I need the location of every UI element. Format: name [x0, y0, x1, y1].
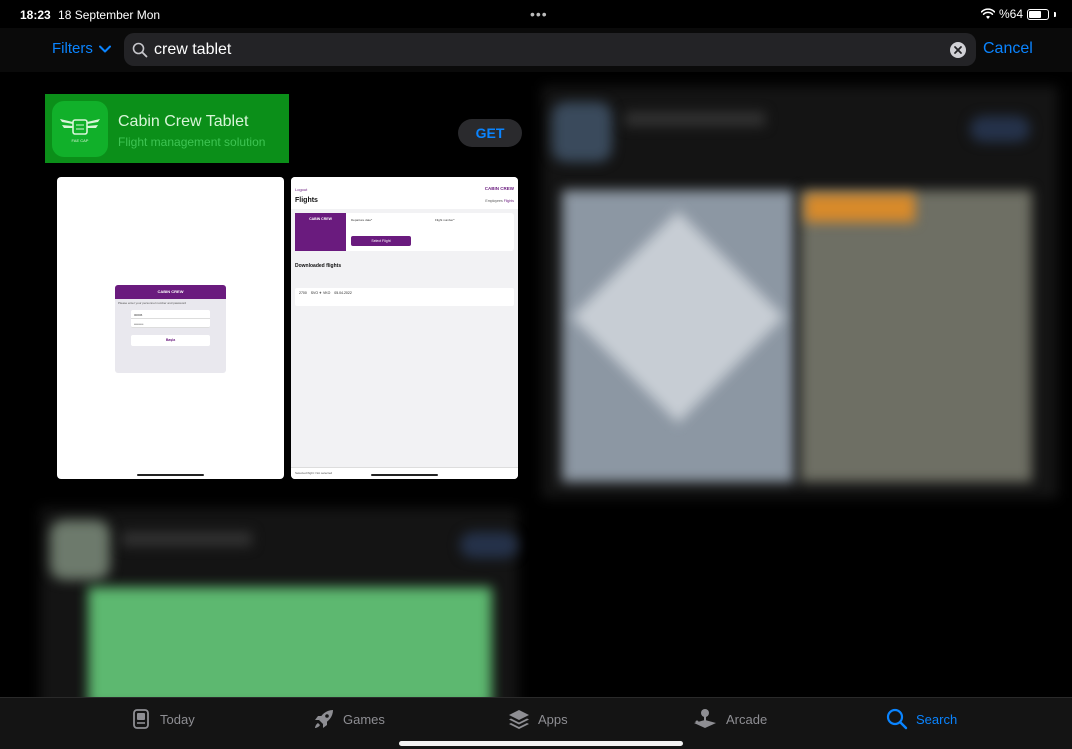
blurred-screenshot-2: [800, 190, 1032, 482]
login-card: CABIN CREW Please enter your personnel n…: [115, 285, 226, 373]
flight-row: 2700 SVO ✈ VKO 05.04.2022: [295, 288, 514, 306]
search-field[interactable]: [124, 33, 976, 66]
flights-title: Flights: [295, 197, 318, 204]
today-icon: [133, 709, 149, 729]
flight-route: SVO ✈ VKO: [310, 291, 331, 295]
battery-percentage: %64: [998, 7, 1023, 21]
tab-arcade[interactable]: Arcade: [692, 708, 767, 730]
tab-apps[interactable]: Apps: [508, 708, 568, 730]
flights-tab-employees: Employees: [485, 199, 503, 203]
status-indicators: %64: [980, 7, 1056, 21]
multitasking-dots[interactable]: •••: [530, 6, 548, 22]
clock-text: 18:23: [20, 8, 51, 22]
home-indicator[interactable]: [399, 741, 683, 746]
status-bar: 18:23 18 September Mon ••• %64: [0, 0, 1072, 28]
tab-games-label: Games: [343, 711, 385, 727]
joystick-icon: [694, 709, 716, 728]
tab-today[interactable]: Today: [130, 708, 195, 730]
screenshot-home-bar: [137, 474, 204, 476]
tab-search[interactable]: Search: [886, 708, 957, 730]
rocket-icon: [315, 710, 333, 728]
departure-date-label: Departure date*: [351, 218, 373, 222]
search-header: Filters Cancel: [0, 28, 1072, 72]
app-screenshot-flights[interactable]: Logout CABIN CREW Flights Employees Flig…: [291, 177, 518, 479]
login-password-field: •••••••••: [131, 319, 210, 328]
search-icon: [886, 708, 908, 730]
filters-label: Filters: [52, 40, 93, 57]
login-user-field: 00006: [131, 310, 210, 319]
flight-select-panel: CABIN CREW Departure date* Flight number…: [295, 213, 514, 251]
flights-footer: Selected flight: Not selected: [291, 467, 518, 479]
battery-icon: [1027, 8, 1049, 20]
downloaded-flights-title: Downloaded flights: [295, 263, 342, 269]
blurred-screenshot-3: [88, 587, 492, 697]
flights-back: Logout: [295, 187, 308, 192]
date-text: 18 September Mon: [58, 8, 161, 22]
search-input[interactable]: [148, 33, 950, 66]
tab-games[interactable]: Games: [313, 708, 385, 730]
layers-icon: [509, 710, 529, 729]
flight-date: 05.04.2022: [334, 291, 352, 295]
cancel-button[interactable]: Cancel: [983, 40, 1033, 58]
search-icon: [132, 42, 148, 57]
flights-tabs: Employees Flights: [485, 199, 514, 203]
battery-fill: [1029, 10, 1041, 18]
app-result-card[interactable]: FAE CAP Cabin Crew Tablet Flight managem…: [45, 94, 527, 480]
wifi-icon: [980, 8, 995, 19]
blurred-title-2: [122, 532, 252, 546]
blurred-title: [625, 112, 765, 126]
login-brand: CABIN CREW: [115, 285, 226, 299]
selected-flight-status: Selected flight: Not selected: [295, 471, 333, 475]
get-button[interactable]: GET: [458, 119, 522, 147]
blurred-screenshot-2-detail: [805, 194, 915, 222]
blurred-get-button-2: [460, 532, 518, 558]
wings-logo-icon: FAE CAP: [60, 119, 100, 143]
battery-tip: [1054, 11, 1056, 17]
clear-search-icon[interactable]: [950, 41, 966, 58]
select-flight-button: Select Flight: [351, 236, 411, 246]
filters-button[interactable]: Filters: [52, 40, 111, 57]
tab-apps-label: Apps: [538, 711, 568, 727]
flights-logo: CABIN CREW: [295, 213, 346, 251]
flight-number: 2700: [299, 291, 307, 295]
flights-tab-flights: Flights: [503, 199, 514, 203]
flights-brand: CABIN CREW: [484, 186, 514, 191]
blurred-app-icon-2: [50, 520, 110, 580]
tab-today-label: Today: [160, 711, 195, 727]
chevron-down-icon: [98, 45, 111, 52]
flight-number-label: Flight number*: [435, 218, 455, 222]
screenshot-home-bar: [371, 474, 438, 476]
search-results[interactable]: FAE CAP Cabin Crew Tablet Flight managem…: [0, 72, 1072, 697]
tab-search-label: Search: [916, 711, 958, 727]
status-time: 18:23 18 September Mon: [20, 8, 160, 22]
icon-caption: FAE CAP: [72, 138, 89, 143]
app-screenshot-login[interactable]: CABIN CREW Please enter your personnel n…: [57, 177, 284, 479]
blurred-app-icon: [552, 102, 612, 162]
login-button: Başla: [131, 335, 210, 346]
app-title[interactable]: Cabin Crew Tablet: [118, 113, 248, 131]
flights-nav: Logout CABIN CREW Flights Employees Flig…: [291, 177, 518, 209]
blurred-get-button: [970, 116, 1030, 142]
tab-arcade-label: Arcade: [726, 711, 768, 727]
app-subtitle: Flight management solution: [118, 135, 266, 149]
app-icon[interactable]: FAE CAP: [52, 101, 108, 157]
app-header-highlight[interactable]: FAE CAP Cabin Crew Tablet Flight managem…: [45, 94, 289, 163]
login-prompt: Please enter your personnel number and p…: [118, 301, 187, 305]
